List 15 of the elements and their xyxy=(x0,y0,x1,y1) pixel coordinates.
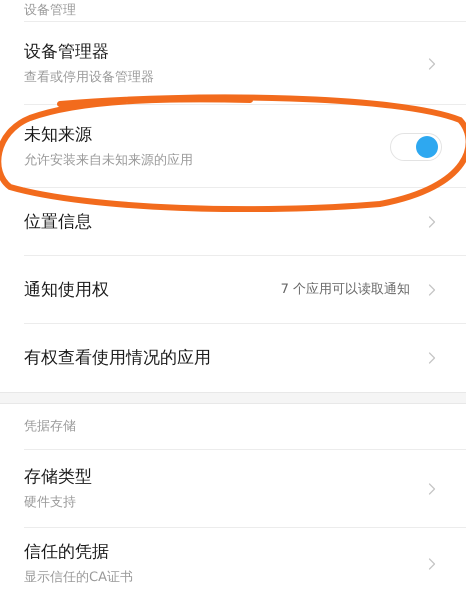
section-header: 设备管理 xyxy=(24,2,76,20)
row-title: 设备管理器 xyxy=(24,40,110,64)
row-title: 有权查看使用情况的应用 xyxy=(24,347,212,370)
row-subtitle: 显示信任的CA证书 xyxy=(24,569,134,587)
section-header: 凭据存储 xyxy=(24,418,76,436)
row-title: 信任的凭据 xyxy=(24,541,110,564)
row-title: 通知使用权 xyxy=(24,279,110,302)
toggle-switch[interactable] xyxy=(390,132,442,160)
row-title: 位置信息 xyxy=(24,211,93,234)
row-subtitle: 查看或停用设备管理器 xyxy=(24,68,155,86)
row-title: 未知来源 xyxy=(24,124,93,146)
row-title: 存储类型 xyxy=(24,466,93,489)
row-value: 7 个应用可以读取通知 xyxy=(280,281,410,300)
row-subtitle: 允许安装来自未知来源的应用 xyxy=(24,152,194,170)
row-subtitle: 硬件支持 xyxy=(24,494,77,512)
